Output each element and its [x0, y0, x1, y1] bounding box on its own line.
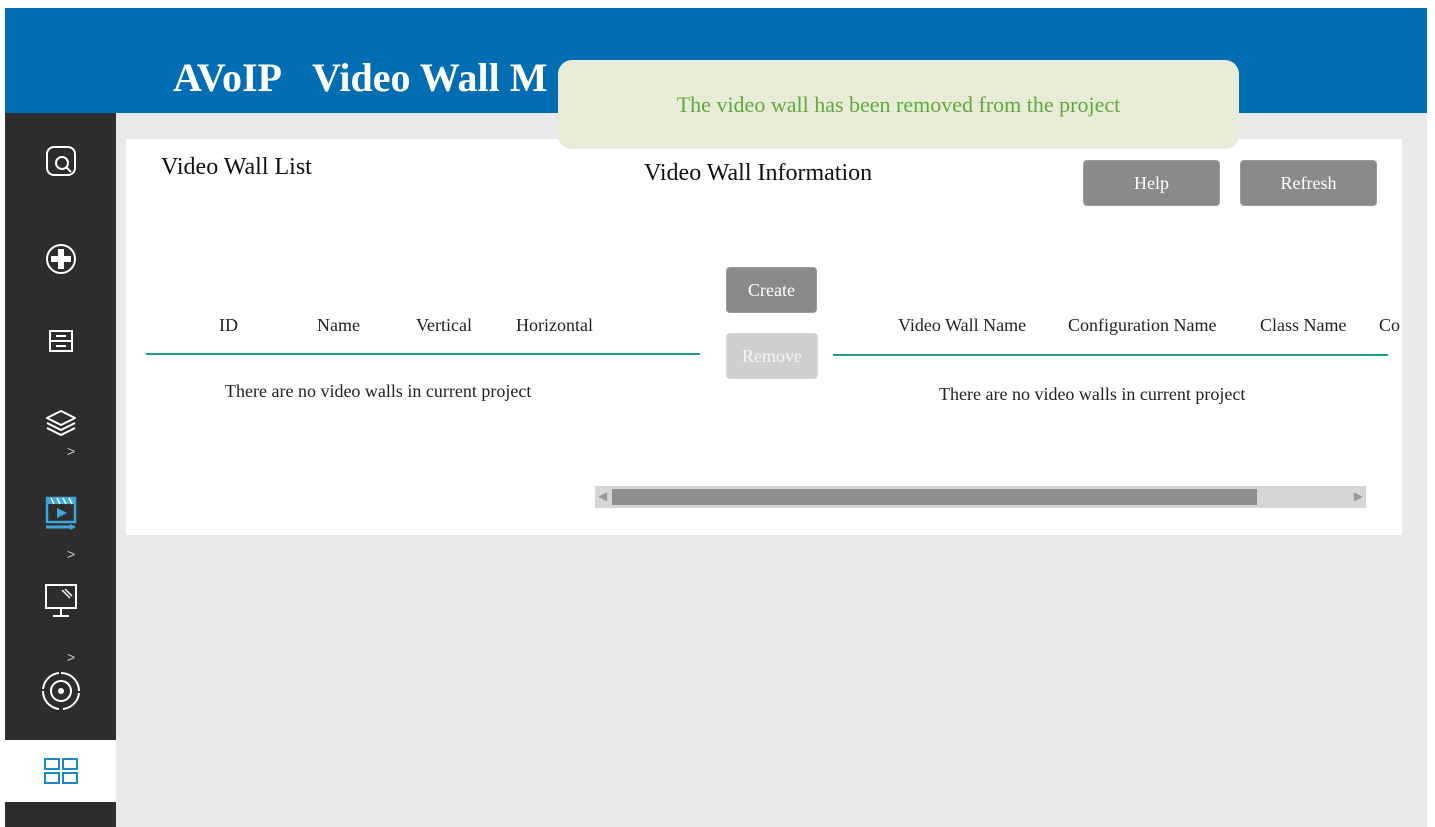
sidebar-item-layers[interactable]	[5, 393, 116, 453]
scroll-right-arrow-icon[interactable]: ▶	[1354, 489, 1363, 503]
info-header-rule	[833, 354, 1388, 356]
help-button[interactable]: Help	[1083, 160, 1220, 206]
target-icon	[41, 672, 80, 710]
sidebar-item-server[interactable]	[5, 316, 116, 366]
refresh-button[interactable]: Refresh	[1240, 160, 1377, 206]
info-column-truncated[interactable]: Co	[1379, 315, 1400, 336]
server-icon	[48, 330, 73, 352]
video-wall-list-title: Video Wall List	[161, 154, 312, 180]
video-chevron: >	[67, 546, 76, 562]
scroll-left-arrow-icon[interactable]: ◀	[598, 489, 607, 503]
sidebar-item-monitor[interactable]	[5, 573, 116, 629]
list-empty-message: There are no video walls in current proj…	[225, 381, 532, 401]
video-wall-info-title: Video Wall Information	[644, 160, 873, 186]
app-title-part1: AVoIP	[173, 55, 282, 100]
list-column-vertical[interactable]: Vertical	[416, 315, 472, 336]
sidebar-item-video[interactable]	[5, 486, 116, 540]
layers-icon	[45, 410, 76, 436]
horizontal-scrollbar[interactable]: ◀ ▶	[595, 486, 1366, 508]
sidebar-item-add[interactable]	[5, 231, 116, 287]
remove-button[interactable]: Remove	[726, 333, 818, 379]
list-header-rule	[146, 353, 700, 355]
create-button[interactable]: Create	[726, 267, 817, 313]
sidebar: > > >	[5, 113, 116, 827]
add-circle-icon	[45, 244, 76, 274]
video-wall-grid-icon	[43, 758, 78, 784]
video-play-icon	[45, 496, 76, 530]
app-title-part2: Video Wall M	[311, 55, 548, 100]
monitor-icon	[44, 584, 77, 617]
info-column-class-name[interactable]: Class Name	[1260, 315, 1346, 336]
list-column-id[interactable]: ID	[219, 315, 238, 336]
toast-notification: The video wall has been removed from the…	[558, 60, 1239, 149]
sidebar-item-video-wall[interactable]	[5, 740, 116, 802]
app-title: AVoIP Video Wall M	[173, 54, 548, 101]
info-column-configuration-name[interactable]: Configuration Name	[1068, 315, 1216, 336]
scrollbar-thumb[interactable]	[612, 489, 1257, 505]
sidebar-item-search[interactable]	[5, 133, 116, 189]
info-column-video-wall-name[interactable]: Video Wall Name	[898, 315, 1026, 336]
layers-chevron: >	[67, 443, 76, 459]
list-column-name[interactable]: Name	[317, 315, 360, 336]
search-icon	[45, 146, 76, 176]
sidebar-item-target[interactable]	[5, 663, 116, 719]
list-column-horizontal[interactable]: Horizontal	[516, 315, 593, 336]
info-empty-message: There are no video walls in current proj…	[939, 384, 1246, 404]
